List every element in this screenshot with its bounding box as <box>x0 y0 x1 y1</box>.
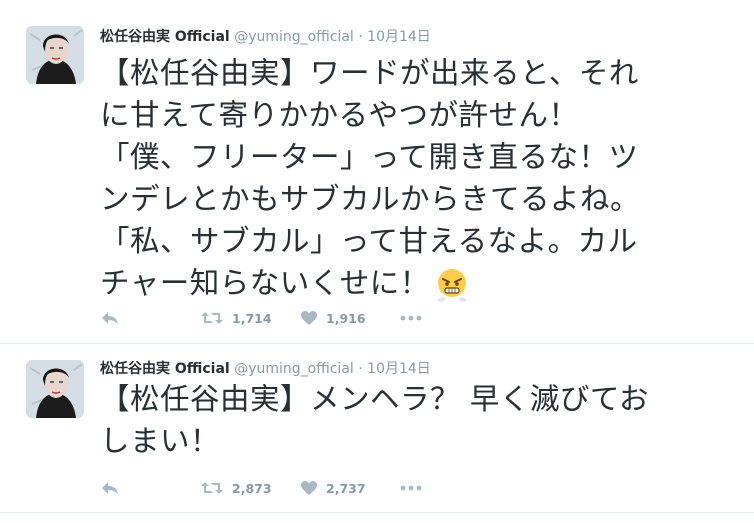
separator: · <box>358 29 363 45</box>
separator: · <box>358 361 363 377</box>
fullname[interactable]: 松任谷由実 Official <box>100 29 230 45</box>
like-button[interactable]: 1,916 <box>300 306 366 330</box>
fullname[interactable]: 松任谷由実 Official <box>100 361 230 377</box>
retweet-icon <box>200 480 224 496</box>
angry-face-emoji <box>434 267 470 303</box>
handle[interactable]: @yuming_official <box>234 29 354 45</box>
tweet-actions: 2,873 2,737 <box>100 476 460 500</box>
tweet-header: 松任谷由実 Official @yuming_official · 10月14日 <box>100 360 431 378</box>
heart-icon <box>300 310 318 326</box>
reply-icon <box>100 480 120 496</box>
tweet-text-line: ンデレとかもサブカルからきてるよね。 <box>100 182 641 216</box>
divider <box>0 512 754 513</box>
tweet-header: 松任谷由実 Official @yuming_official · 10月14日 <box>100 28 431 46</box>
tweet-text-line: しまい！ <box>100 424 221 458</box>
tweet[interactable]: 松任谷由実 Official @yuming_official · 10月14日… <box>0 343 754 513</box>
tweet-text-line-last: チャー知らないくせに！ <box>100 262 740 304</box>
tweet-text-line: 【松任谷由実】メンヘラ？ 早く滅びてお <box>100 382 649 416</box>
timestamp[interactable]: 10月14日 <box>367 361 431 377</box>
retweet-button[interactable]: 1,714 <box>200 306 272 330</box>
tweet-text-line: チャー知らないくせに！ <box>100 266 430 300</box>
retweet-icon <box>200 310 224 326</box>
more-dots-icon <box>400 485 422 491</box>
timeline: 松任谷由実 Official @yuming_official · 10月14日… <box>0 0 754 523</box>
retweet-count: 1,714 <box>232 310 272 326</box>
avatar[interactable] <box>26 360 84 418</box>
reply-button[interactable] <box>100 476 120 500</box>
tweet-text: 【松任谷由実】メンヘラ？ 早く滅びてお しまい！ <box>100 378 740 462</box>
tweet-actions: 1,714 1,916 <box>100 306 460 330</box>
retweet-count: 2,873 <box>232 480 272 496</box>
more-button[interactable] <box>400 306 422 330</box>
tweet-text-line: 「私、サブカル」って甘えるなよ。カル <box>100 224 638 258</box>
like-count: 2,737 <box>326 480 366 496</box>
tweet-text: 【松任谷由実】ワードが出来ると、それ に甘えて寄りかかるやつが許せん！ 「僕、フ… <box>100 52 740 304</box>
tweet-text-line: 【松任谷由実】ワードが出来ると、それ <box>100 56 639 90</box>
reply-icon <box>100 310 120 326</box>
tweet-text-line: に甘えて寄りかかるやつが許せん！ <box>100 98 579 132</box>
more-button[interactable] <box>400 476 422 500</box>
timestamp[interactable]: 10月14日 <box>367 29 431 45</box>
tweet[interactable]: 松任谷由実 Official @yuming_official · 10月14日… <box>0 0 754 343</box>
like-count: 1,916 <box>326 310 366 326</box>
retweet-button[interactable]: 2,873 <box>200 476 272 500</box>
avatar[interactable] <box>26 26 84 84</box>
more-dots-icon <box>400 315 422 321</box>
heart-icon <box>300 480 318 496</box>
reply-button[interactable] <box>100 306 120 330</box>
tweet-text-line: 「僕、フリーター」って開き直るな！ツ <box>100 140 639 174</box>
like-button[interactable]: 2,737 <box>300 476 366 500</box>
handle[interactable]: @yuming_official <box>234 361 354 377</box>
